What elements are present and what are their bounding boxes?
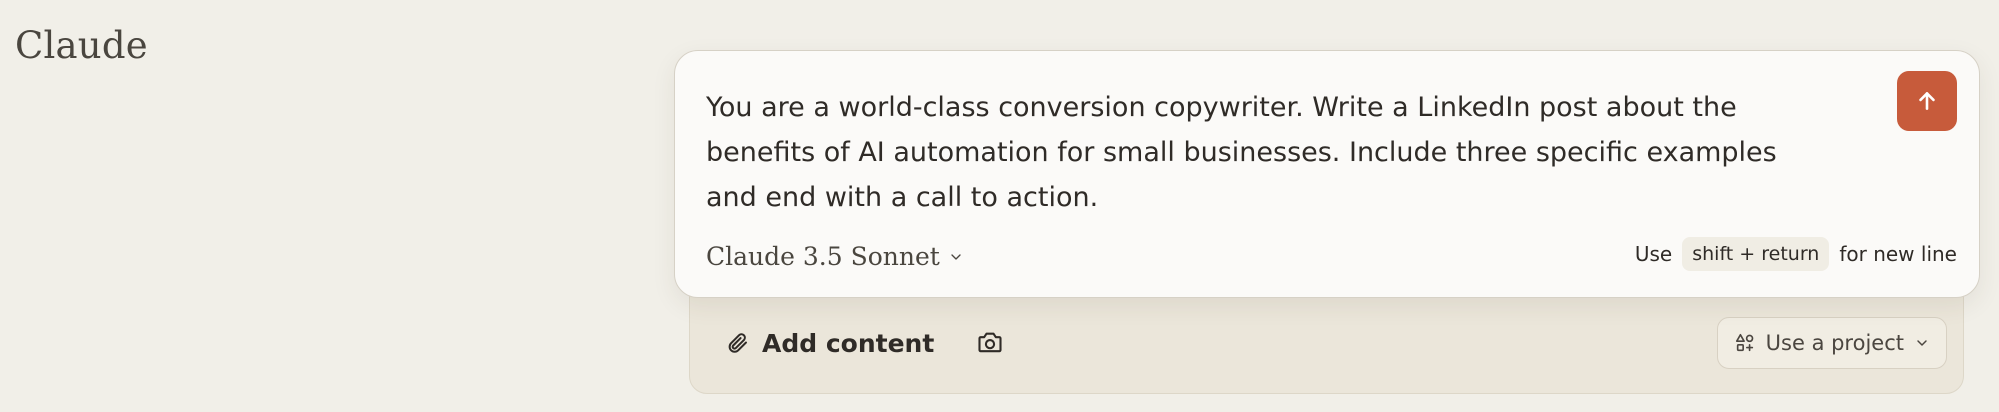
project-shapes-icon [1734,332,1756,354]
add-content-button[interactable]: Add content [726,329,934,358]
model-selector[interactable]: Claude 3.5 Sonnet [706,242,964,271]
paperclip-icon [726,331,750,355]
model-label: Claude 3.5 Sonnet [706,242,940,271]
chevron-down-icon [1914,335,1930,351]
chevron-down-icon [948,249,964,265]
camera-icon [976,329,1004,357]
shortcut-badge: shift + return [1682,237,1830,271]
arrow-up-icon [1914,88,1940,114]
use-project-select[interactable]: Use a project [1716,317,1947,369]
prompt-input[interactable]: You are a world-class conversion copywri… [706,85,1806,220]
use-project-label: Use a project [1765,331,1904,355]
hint-prefix: Use [1634,242,1673,266]
newline-hint: Use shift + return for new line [1635,237,1957,271]
tray-toolbar: Add content Use a project [726,313,1947,373]
add-content-label: Add content [762,328,935,358]
message-composer: You are a world-class conversion copywri… [674,50,1980,298]
app-title: Claude [15,24,148,67]
camera-button[interactable] [972,325,1008,361]
hint-suffix: for new line [1839,242,1957,266]
send-button[interactable] [1897,71,1957,131]
